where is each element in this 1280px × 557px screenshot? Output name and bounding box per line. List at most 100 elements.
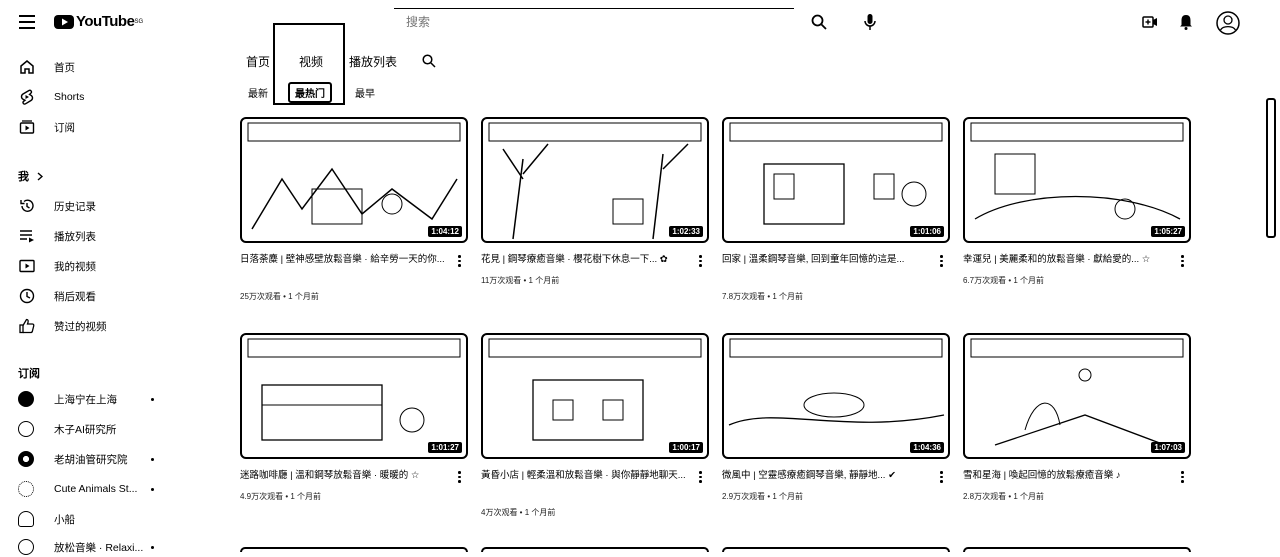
video-thumbnail[interactable]: 1:04:12 [240,117,468,243]
thumbnail-art [488,122,702,240]
channel-avatar [18,481,34,497]
more-actions-icon[interactable] [458,471,461,485]
video-thumbnail[interactable]: 1:01:27 [240,333,468,459]
new-content-dot [151,545,154,549]
search-input[interactable] [404,9,768,35]
thumbnail-art [247,122,461,230]
video-title[interactable]: 幸運兒 | 美麗柔和的放鬆音樂 · 獻給愛的... ☆ [963,253,1168,267]
sidebar-subscription[interactable]: 上海宁在上海 [18,389,158,409]
like-icon [18,317,36,335]
menu-icon[interactable] [16,12,38,32]
channel-search-icon[interactable] [420,52,438,70]
video-duration: 1:01:27 [428,442,462,453]
sidebar-item-label: Shorts [54,91,85,103]
video-thumbnail[interactable]: 1:04:36 [722,333,950,459]
video-thumbnail-partial[interactable] [722,547,950,552]
video-title[interactable]: 雪和星海 | 喚起回憶的放鬆療癒音樂 ♪ [963,469,1168,483]
more-actions-icon[interactable] [699,471,702,485]
microphone-icon[interactable] [860,12,880,32]
sidebar-subscription[interactable]: 小船 [18,509,158,529]
channel-name: 老胡油管研究院 [54,453,128,466]
sidebar-item-shorts[interactable]: Shorts [18,87,84,107]
sidebar-item-label: 首页 [54,61,75,74]
video-title[interactable]: 花見 | 鋼琴療癒音樂 · 櫻花樹下休息一下... ✿ [481,253,686,267]
tab-playlists[interactable]: 播放列表 [349,53,397,70]
more-actions-icon[interactable] [699,255,702,269]
video-meta: 11万次观看 • 1 个月前 [481,276,560,285]
bell-icon[interactable] [1175,12,1197,32]
video-duration: 1:02:33 [669,226,703,237]
thumbnail-art [729,122,943,225]
search-box[interactable] [394,8,794,36]
thumbnail-art [247,338,461,441]
video-card[interactable]: 1:01:06 回家 | 溫柔鋼琴音樂, 回到童年回憶的這是... 7.8万次观… [722,117,950,307]
more-actions-icon[interactable] [940,471,943,485]
search-icon[interactable] [808,12,830,32]
video-thumbnail-partial[interactable] [963,547,1191,552]
tab-home[interactable]: 首页 [246,53,270,70]
sidebar-subscription[interactable]: Cute Animals St... [18,479,158,499]
video-title[interactable]: 微風中 | 空靈感療癒鋼琴音樂, 靜靜地... ✔ [722,469,927,483]
video-card[interactable]: 1:05:27 幸運兒 | 美麗柔和的放鬆音樂 · 獻給愛的... ☆ 6.7万… [963,117,1191,307]
video-title[interactable]: 回家 | 溫柔鋼琴音樂, 回到童年回憶的這是... [722,253,927,267]
sidebar-subscription[interactable]: 木子AI研究所 [18,419,158,439]
playlist-icon [18,227,36,245]
sidebar-item-playlists[interactable]: 播放列表 [18,226,96,246]
my-videos-icon [18,257,36,275]
more-actions-icon[interactable] [1181,255,1184,269]
subscriptions-icon [18,118,36,136]
channel-name: 上海宁在上海 [54,393,117,406]
you-section-heading[interactable]: 我 [18,168,43,184]
video-meta: 25万次观看 • 1 个月前 [240,292,319,301]
sidebar-item-history[interactable]: 历史记录 [18,196,96,216]
create-video-icon[interactable] [1139,12,1161,32]
sidebar-item-label: 赞过的视频 [54,320,107,333]
youtube-logo[interactable]: YouTube SG [54,13,143,30]
video-thumbnail[interactable]: 1:07:03 [963,333,1191,459]
video-card[interactable]: 1:07:03 雪和星海 | 喚起回憶的放鬆療癒音樂 ♪ 2.8万次观看 • 1… [963,333,1191,523]
video-meta: 6.7万次观看 • 1 个月前 [963,276,1045,285]
sidebar-subscription[interactable]: 放松音樂 · Relaxi... [18,537,158,557]
channel-avatar [18,511,34,527]
video-card[interactable]: 1:02:33 花見 | 鋼琴療癒音樂 · 櫻花樹下休息一下... ✿ 11万次… [481,117,709,307]
more-actions-icon[interactable] [1181,471,1184,485]
video-thumbnail[interactable]: 1:01:06 [722,117,950,243]
video-card[interactable]: 1:04:36 微風中 | 空靈感療癒鋼琴音樂, 靜靜地... ✔ 2.9万次观… [722,333,950,523]
sidebar-item-home[interactable]: 首页 [18,57,75,77]
video-thumbnail-partial[interactable] [240,547,468,552]
sidebar-subscription[interactable]: 老胡油管研究院 [18,449,158,469]
video-duration: 1:01:06 [910,226,944,237]
video-thumbnail-partial[interactable] [481,547,709,552]
more-actions-icon[interactable] [458,255,461,269]
video-title[interactable]: 日落荼麋 | 壁神感壁放鬆音樂 · 給辛勞一天的你... [240,253,445,267]
video-thumbnail[interactable]: 1:02:33 [481,117,709,243]
video-thumbnail[interactable]: 1:00:17 [481,333,709,459]
video-card[interactable]: 1:04:12 日落荼麋 | 壁神感壁放鬆音樂 · 給辛勞一天的你... 25万… [240,117,468,307]
watch-later-icon [18,287,36,305]
subscriptions-heading: 订阅 [18,368,40,380]
video-title[interactable]: 迷路咖啡廳 | 溫和鋼琴放鬆音樂 · 暖暖的 ☆ [240,469,445,483]
sidebar-item-subscriptions[interactable]: 订阅 [18,117,75,137]
thumbnail-art [488,338,702,441]
channel-avatar [18,539,34,555]
channel-name: 小船 [54,513,75,526]
sidebar-item-liked[interactable]: 赞过的视频 [18,316,107,336]
account-avatar[interactable] [1215,10,1241,36]
video-thumbnail[interactable]: 1:05:27 [963,117,1191,243]
sidebar-item-watch-later[interactable]: 稍后观看 [18,286,96,306]
chip-latest[interactable]: 最新 [248,85,268,100]
more-actions-icon[interactable] [940,255,943,269]
video-title[interactable]: 黃昏小店 | 輕柔溫和放鬆音樂 · 與你靜靜地聊天... [481,469,686,483]
sidebar-item-label: 我的视频 [54,260,96,273]
sidebar-item-my-videos[interactable]: 我的视频 [18,256,96,276]
history-icon [18,197,36,215]
video-duration: 1:07:03 [1151,442,1185,453]
video-card[interactable]: 1:00:17 黃昏小店 | 輕柔溫和放鬆音樂 · 與你靜靜地聊天... 4万次… [481,333,709,523]
video-duration: 1:05:27 [1151,226,1185,237]
thumbnail-art [728,338,945,426]
video-card[interactable]: 1:01:27 迷路咖啡廳 | 溫和鋼琴放鬆音樂 · 暖暖的 ☆ 4.9万次观看… [240,333,468,523]
chip-popular[interactable]: 最热门 [288,82,332,103]
scrollbar-thumb[interactable] [1266,98,1276,238]
chip-oldest[interactable]: 最早 [355,85,375,100]
video-duration: 1:00:17 [669,442,703,453]
